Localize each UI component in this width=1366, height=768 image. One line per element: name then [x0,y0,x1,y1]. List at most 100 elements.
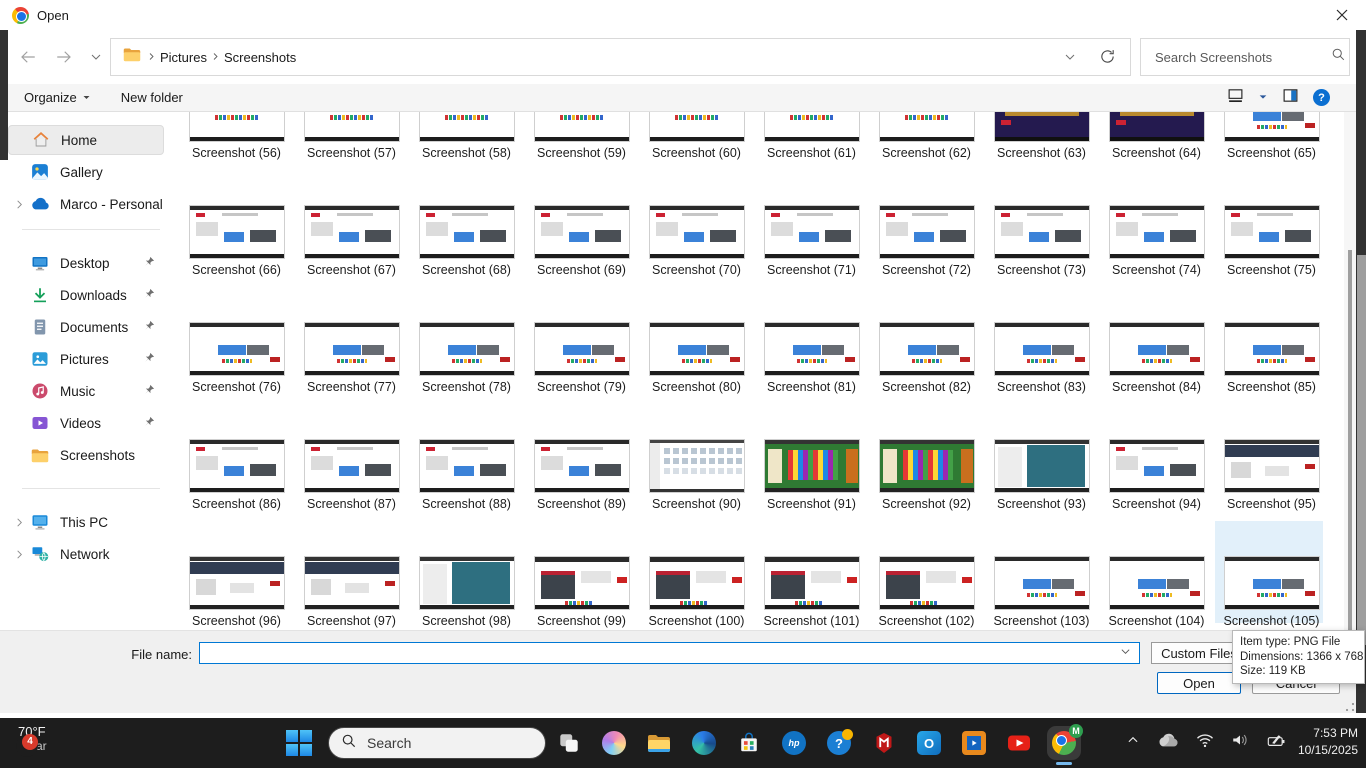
address-dropdown-chevron-icon[interactable] [1064,50,1076,68]
sidebar-item-music[interactable]: Music [8,376,164,406]
file-item-60[interactable]: Screenshot (60) [639,112,754,160]
file-thumbnail[interactable] [763,439,860,493]
sidebar-item-pictures[interactable]: Pictures [8,344,164,374]
start-button[interactable] [285,729,313,757]
file-thumbnail[interactable] [188,205,285,259]
file-item-87[interactable]: Screenshot (87) [294,439,409,511]
file-item-58[interactable]: Screenshot (58) [409,112,524,160]
file-item-63[interactable]: Screenshot (63) [984,112,1099,160]
file-thumbnail[interactable] [418,112,515,142]
file-thumbnail[interactable] [1223,439,1320,493]
file-item-102[interactable]: Screenshot (102) [869,556,984,628]
open-button[interactable]: Open [1157,672,1241,694]
refresh-icon[interactable] [1099,48,1116,70]
file-thumbnail[interactable] [993,205,1090,259]
search-box[interactable] [1140,38,1350,76]
file-item-66[interactable]: Screenshot (66) [179,205,294,277]
file-thumbnail[interactable] [648,322,745,376]
file-thumbnail[interactable] [1108,556,1205,610]
file-item-64[interactable]: Screenshot (64) [1099,112,1214,160]
file-item-69[interactable]: Screenshot (69) [524,205,639,277]
file-item-94[interactable]: Screenshot (94) [1099,439,1214,511]
edge-icon[interactable] [691,730,717,756]
file-thumbnail[interactable] [1223,205,1320,259]
file-item-73[interactable]: Screenshot (73) [984,205,1099,277]
file-name-chevron-icon[interactable] [1120,644,1131,662]
file-thumbnail[interactable] [878,439,975,493]
file-item-77[interactable]: Screenshot (77) [294,322,409,394]
file-thumbnail[interactable] [188,112,285,142]
file-item-97[interactable]: Screenshot (97) [294,556,409,628]
file-thumbnail[interactable] [763,205,860,259]
get-help-icon[interactable]: ? [826,729,853,756]
file-thumbnail[interactable] [418,322,515,376]
file-item-56[interactable]: Screenshot (56) [179,112,294,160]
help-icon[interactable]: ? [1313,89,1330,106]
mcafee-icon[interactable] [871,730,897,756]
file-item-62[interactable]: Screenshot (62) [869,112,984,160]
file-thumbnail[interactable] [1108,112,1205,142]
file-thumbnail[interactable] [1108,439,1205,493]
breadcrumb-pictures[interactable]: Pictures [156,50,211,65]
file-item-68[interactable]: Screenshot (68) [409,205,524,277]
file-item-89[interactable]: Screenshot (89) [524,439,639,511]
file-thumbnail[interactable] [533,112,630,142]
file-thumbnail[interactable] [878,322,975,376]
file-thumbnail[interactable] [878,112,975,142]
file-thumbnail[interactable] [1108,322,1205,376]
file-item-82[interactable]: Screenshot (82) [869,322,984,394]
view-mode-icon[interactable] [1227,87,1244,109]
file-thumbnail[interactable] [533,556,630,610]
weather-widget[interactable]: 4 70°F Clear [10,724,47,753]
file-item-61[interactable]: Screenshot (61) [754,112,869,160]
hp-icon[interactable]: hp [781,730,807,756]
resize-grip[interactable] [1346,703,1354,711]
file-item-65[interactable]: Screenshot (65) [1214,112,1329,160]
file-thumbnail[interactable] [303,556,400,610]
file-item-84[interactable]: Screenshot (84) [1099,322,1214,394]
file-thumbnail[interactable] [533,439,630,493]
sidebar-item-documents[interactable]: Documents [8,312,164,342]
file-item-57[interactable]: Screenshot (57) [294,112,409,160]
file-thumbnail[interactable] [418,205,515,259]
file-item-78[interactable]: Screenshot (78) [409,322,524,394]
new-folder-button[interactable]: New folder [121,90,183,105]
back-icon[interactable] [14,43,42,71]
file-thumbnail[interactable] [993,322,1090,376]
sidebar-item-downloads[interactable]: Downloads [8,280,164,310]
taskbar-search-input[interactable] [357,735,548,751]
file-item-70[interactable]: Screenshot (70) [639,205,754,277]
view-mode-chevron-icon[interactable] [1258,89,1268,107]
sidebar-item-marco-personal[interactable]: Marco - Personal [8,189,164,219]
sidebar-item-home[interactable]: Home [8,125,164,155]
microsoft-store-icon[interactable] [736,730,762,756]
file-item-80[interactable]: Screenshot (80) [639,322,754,394]
sidebar-item-screenshots[interactable]: Screenshots [8,440,164,470]
file-item-67[interactable]: Screenshot (67) [294,205,409,277]
file-item-71[interactable]: Screenshot (71) [754,205,869,277]
file-item-75[interactable]: Screenshot (75) [1214,205,1329,277]
file-thumbnail[interactable] [763,556,860,610]
file-thumbnail[interactable] [303,112,400,142]
expand-chevron-icon[interactable] [8,549,30,560]
file-thumbnail[interactable] [1108,205,1205,259]
scrollbar[interactable] [1344,112,1356,650]
file-thumbnail[interactable] [993,439,1090,493]
file-name-combobox[interactable] [199,642,1140,664]
file-item-79[interactable]: Screenshot (79) [524,322,639,394]
movies-tv-icon[interactable] [961,730,987,756]
file-item-103[interactable]: Screenshot (103) [984,556,1099,628]
taskbar-search[interactable] [328,727,548,759]
breadcrumb-screenshots[interactable]: Screenshots [220,50,300,65]
sidebar-item-videos[interactable]: Videos [8,408,164,438]
file-thumbnail[interactable] [878,205,975,259]
file-item-105[interactable]: Screenshot (105) [1214,556,1329,628]
file-item-98[interactable]: Screenshot (98) [409,556,524,628]
recent-locations-chevron-icon[interactable] [82,43,110,71]
sidebar-item-network[interactable]: Network [8,539,164,569]
file-thumbnail[interactable] [418,556,515,610]
file-item-74[interactable]: Screenshot (74) [1099,205,1214,277]
file-thumbnail[interactable] [648,439,745,493]
file-thumbnail[interactable] [533,322,630,376]
file-thumbnail[interactable] [1223,112,1320,142]
